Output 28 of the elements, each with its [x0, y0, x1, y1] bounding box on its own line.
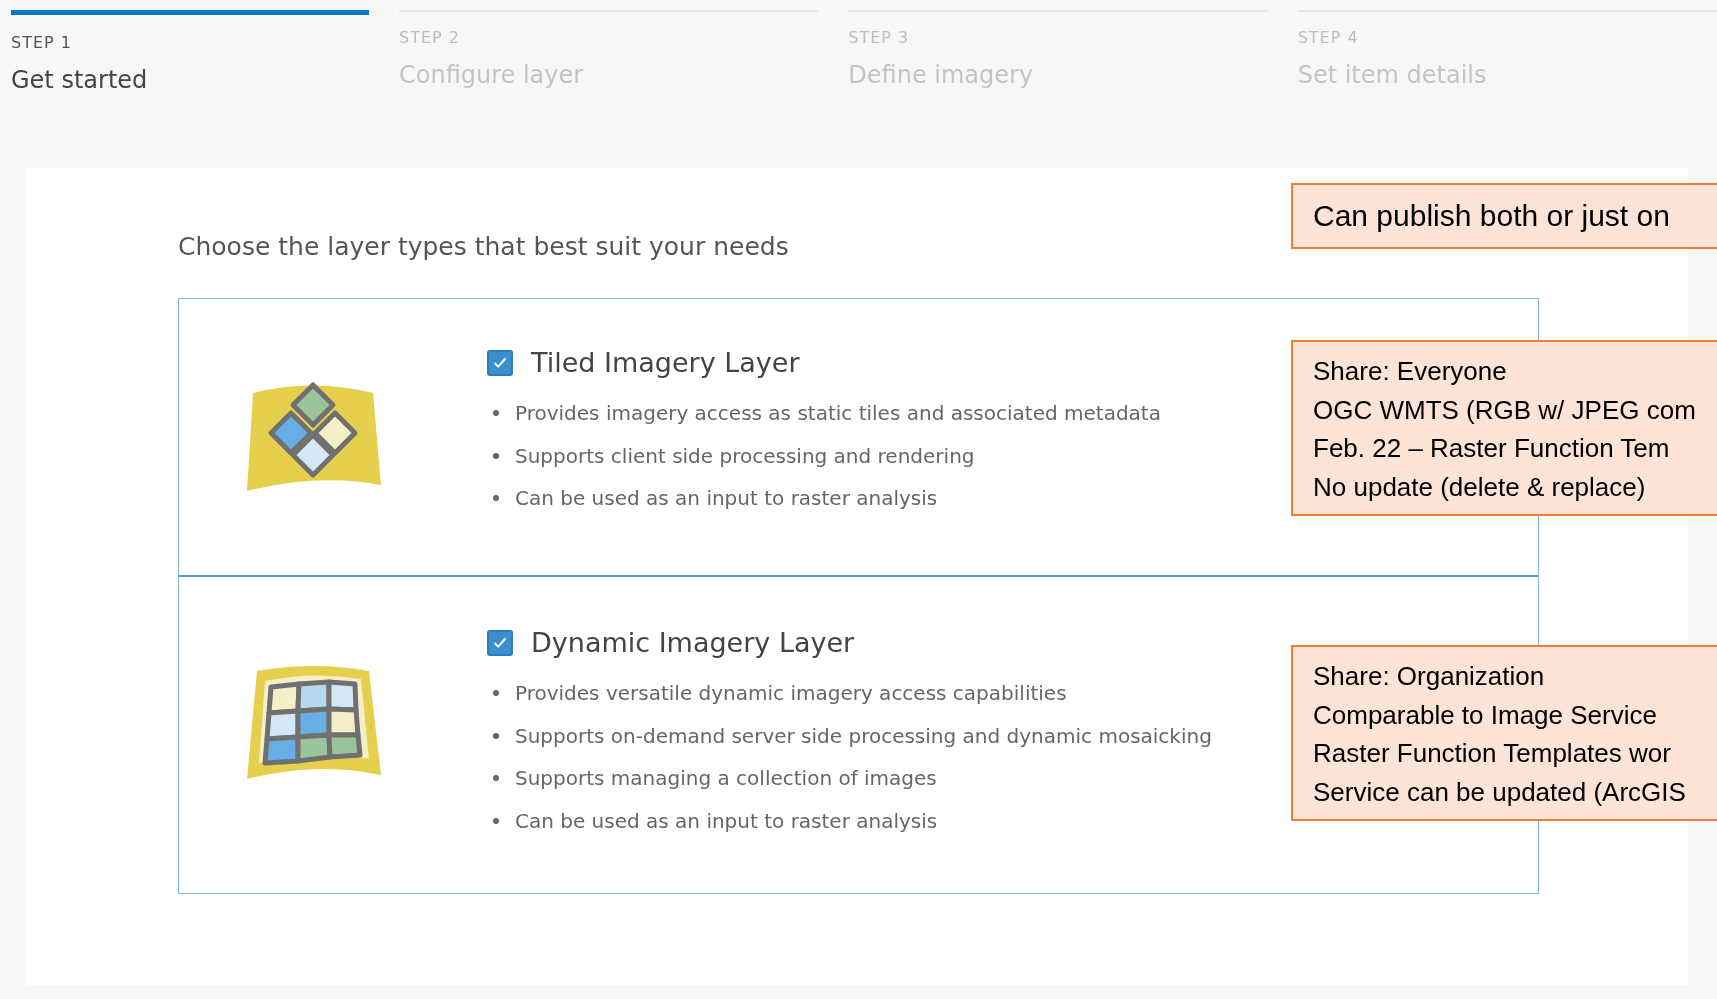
layer-title: Dynamic Imagery Layer — [531, 627, 855, 658]
bullet-text: Can be used as an input to raster analysis — [515, 486, 938, 511]
bullet-icon — [493, 817, 499, 824]
layer-title: Tiled Imagery Layer — [531, 347, 800, 378]
bullet-icon — [493, 410, 499, 417]
bullet-text: Supports managing a collection of images — [515, 766, 937, 791]
callout-text: Can publish both or just on — [1313, 199, 1670, 233]
bullet-text: Supports on-demand server side processing and dynamic mosaicking — [515, 723, 1212, 748]
callout-text: Share: Organization — [1313, 660, 1546, 693]
callout-text: Raster Function Templates wor — [1313, 737, 1672, 770]
checkbox[interactable] — [487, 629, 513, 656]
callout-text: Feb. 22 – Raster Function Tem — [1313, 432, 1671, 465]
bullet-text: Supports client side processing and rendering — [515, 443, 975, 468]
callout-text: OGC WMTS (RGB w/ JPEG com — [1313, 393, 1697, 427]
bullet-icon — [493, 732, 499, 739]
section-heading: Choose the layer types that best suit your needs — [178, 232, 789, 263]
bullet-icon — [493, 775, 499, 782]
checkbox[interactable] — [487, 349, 513, 376]
bullet-icon — [493, 495, 499, 502]
bullet-text: Provides imagery access as static tiles and associated metadata — [515, 401, 1161, 426]
bullet-text: Provides versatile dynamic imagery access capabilities — [515, 681, 1067, 706]
bullet-icon — [493, 690, 499, 697]
callout-text: No update (delete & replace) — [1313, 470, 1647, 504]
callout-text: Share: Everyone — [1313, 355, 1508, 388]
callout-text: Comparable to Image Service — [1313, 698, 1658, 732]
bullet-icon — [493, 452, 499, 459]
callout-text: Service can be updated (ArcGIS — [1313, 775, 1687, 809]
bullet-text: Can be used as an input to raster analysis — [515, 808, 938, 833]
